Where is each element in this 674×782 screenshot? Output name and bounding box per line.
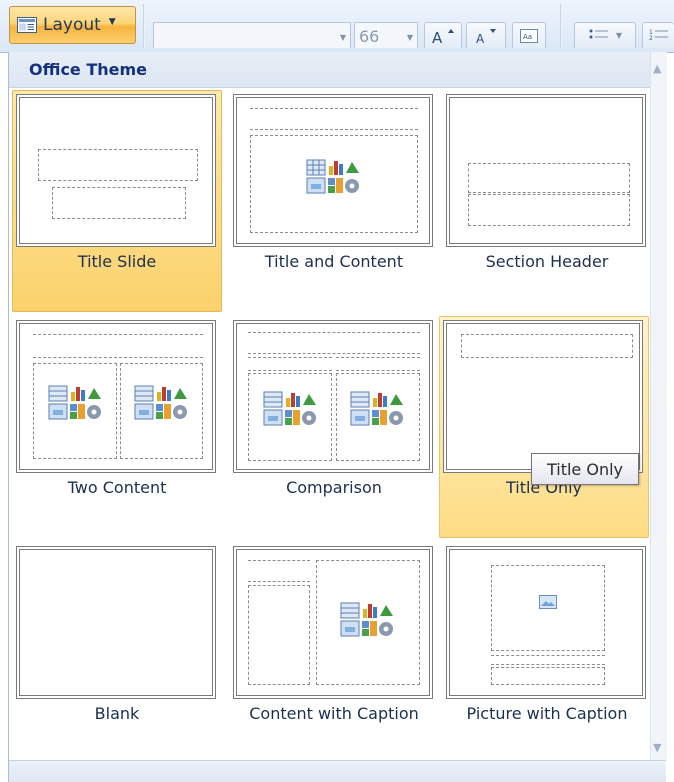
- layout-thumbnail: [16, 320, 216, 473]
- ribbon-separator: [560, 4, 562, 48]
- layout-tile-two-content[interactable]: Two Content: [12, 316, 222, 538]
- layout-tile-label: Comparison: [286, 478, 382, 497]
- layout-thumbnail: [443, 320, 643, 473]
- content-placeholder-icon: [134, 385, 187, 420]
- right-heading-placeholder: [336, 357, 420, 371]
- title-placeholder: [248, 332, 420, 354]
- left-heading-placeholder: [248, 357, 332, 371]
- clear-formatting-button[interactable]: Aa: [512, 22, 546, 48]
- gallery-section-title: Office Theme: [9, 52, 650, 88]
- layout-tile-picture-with-caption[interactable]: Picture with Caption: [442, 542, 652, 764]
- gallery-footer: [9, 760, 666, 782]
- scroll-down-arrow-icon[interactable]: ▼: [653, 741, 661, 754]
- caption-title-placeholder: [491, 655, 605, 665]
- layout-thumbnail: [233, 94, 433, 247]
- content-placeholder-icon: [350, 391, 403, 426]
- scroll-up-arrow-icon[interactable]: ▲: [653, 62, 661, 75]
- svg-text:Aa: Aa: [523, 33, 532, 41]
- clear-formatting-icon: Aa: [520, 28, 538, 43]
- layout-tile-label: Two Content: [67, 478, 167, 497]
- shrink-font-button[interactable]: A: [466, 22, 506, 48]
- layout-tile-title-only[interactable]: Title Only: [439, 316, 649, 538]
- layout-tile-content-with-caption[interactable]: Content with Caption: [229, 542, 439, 764]
- title-placeholder: [250, 108, 418, 130]
- svg-text:2: 2: [649, 35, 653, 42]
- ribbon-toolbar: Layout ▼ ▼ 66 ▼ A A Aa ▼ 1 2: [0, 0, 674, 53]
- layout-tile-label: Picture with Caption: [466, 704, 628, 723]
- title-placeholder: [38, 149, 198, 181]
- layout-button[interactable]: Layout ▼: [9, 6, 136, 44]
- layout-thumbnail: [446, 94, 646, 247]
- caption-text-placeholder: [248, 585, 310, 685]
- layout-thumbnail: [16, 94, 216, 247]
- content-placeholder-icon: [263, 391, 316, 426]
- layout-thumbnail: [446, 546, 646, 699]
- title-placeholder: [461, 334, 633, 358]
- chevron-down-icon: ▼: [339, 33, 346, 42]
- grow-font-button[interactable]: A: [424, 22, 462, 48]
- content-placeholder-icon: [306, 159, 359, 194]
- layout-tile-title-and-content[interactable]: Title and Content: [229, 90, 439, 312]
- tooltip: Title Only: [531, 453, 639, 485]
- layout-tile-comparison[interactable]: Comparison: [229, 316, 439, 538]
- layout-thumbnail: [233, 546, 433, 699]
- title-placeholder: [468, 163, 630, 193]
- gallery-scrollbar[interactable]: ▲ ▼: [650, 52, 667, 760]
- font-size-value: 66: [359, 27, 380, 46]
- svg-text:A: A: [476, 32, 485, 45]
- layout-tile-label: Blank: [94, 704, 140, 723]
- layout-gallery: Office Theme ▲ ▼ Title Slide Title and C…: [8, 52, 667, 782]
- layout-button-label: Layout: [43, 15, 101, 35]
- caption-title-placeholder: [248, 560, 310, 582]
- svg-text:A: A: [432, 29, 443, 45]
- numbering-icon: 1 2: [649, 29, 668, 42]
- chevron-down-icon: ▼: [108, 17, 116, 27]
- layout-tile-title-slide[interactable]: Title Slide: [12, 90, 222, 312]
- bullets-icon: [589, 29, 608, 38]
- layout-tile-label: Title Slide: [77, 252, 157, 271]
- chevron-down-icon: ▼: [615, 31, 623, 40]
- chevron-down-icon: ▼: [406, 33, 413, 42]
- font-size-combo[interactable]: 66 ▼: [354, 22, 418, 48]
- layout-tile-blank[interactable]: Blank: [12, 542, 222, 764]
- layout-tile-section-header[interactable]: Section Header: [442, 90, 652, 312]
- subtitle-placeholder: [52, 187, 186, 219]
- shrink-font-icon: A: [476, 28, 496, 45]
- font-name-combo[interactable]: ▼: [153, 22, 351, 48]
- numbering-button[interactable]: 1 2: [642, 22, 674, 48]
- layout-icon: [17, 17, 37, 33]
- caption-text-placeholder: [491, 667, 605, 685]
- bullets-button[interactable]: ▼: [574, 22, 636, 48]
- title-placeholder: [33, 334, 203, 358]
- picture-placeholder-icon: [539, 595, 557, 609]
- ribbon-separator: [143, 4, 145, 48]
- content-placeholder-icon: [340, 602, 393, 637]
- grow-font-icon: A: [432, 28, 454, 45]
- layout-tile-label: Section Header: [485, 252, 609, 271]
- layout-gallery-screen: Layout ▼ ▼ 66 ▼ A A Aa ▼ 1 2 Office Them…: [0, 0, 674, 782]
- layout-thumbnail: [233, 320, 433, 473]
- layout-tile-label: Content with Caption: [249, 704, 419, 723]
- layout-tile-label: Title and Content: [264, 252, 404, 271]
- text-placeholder: [468, 194, 630, 226]
- layout-thumbnail: [16, 546, 216, 699]
- content-placeholder-icon: [48, 385, 101, 420]
